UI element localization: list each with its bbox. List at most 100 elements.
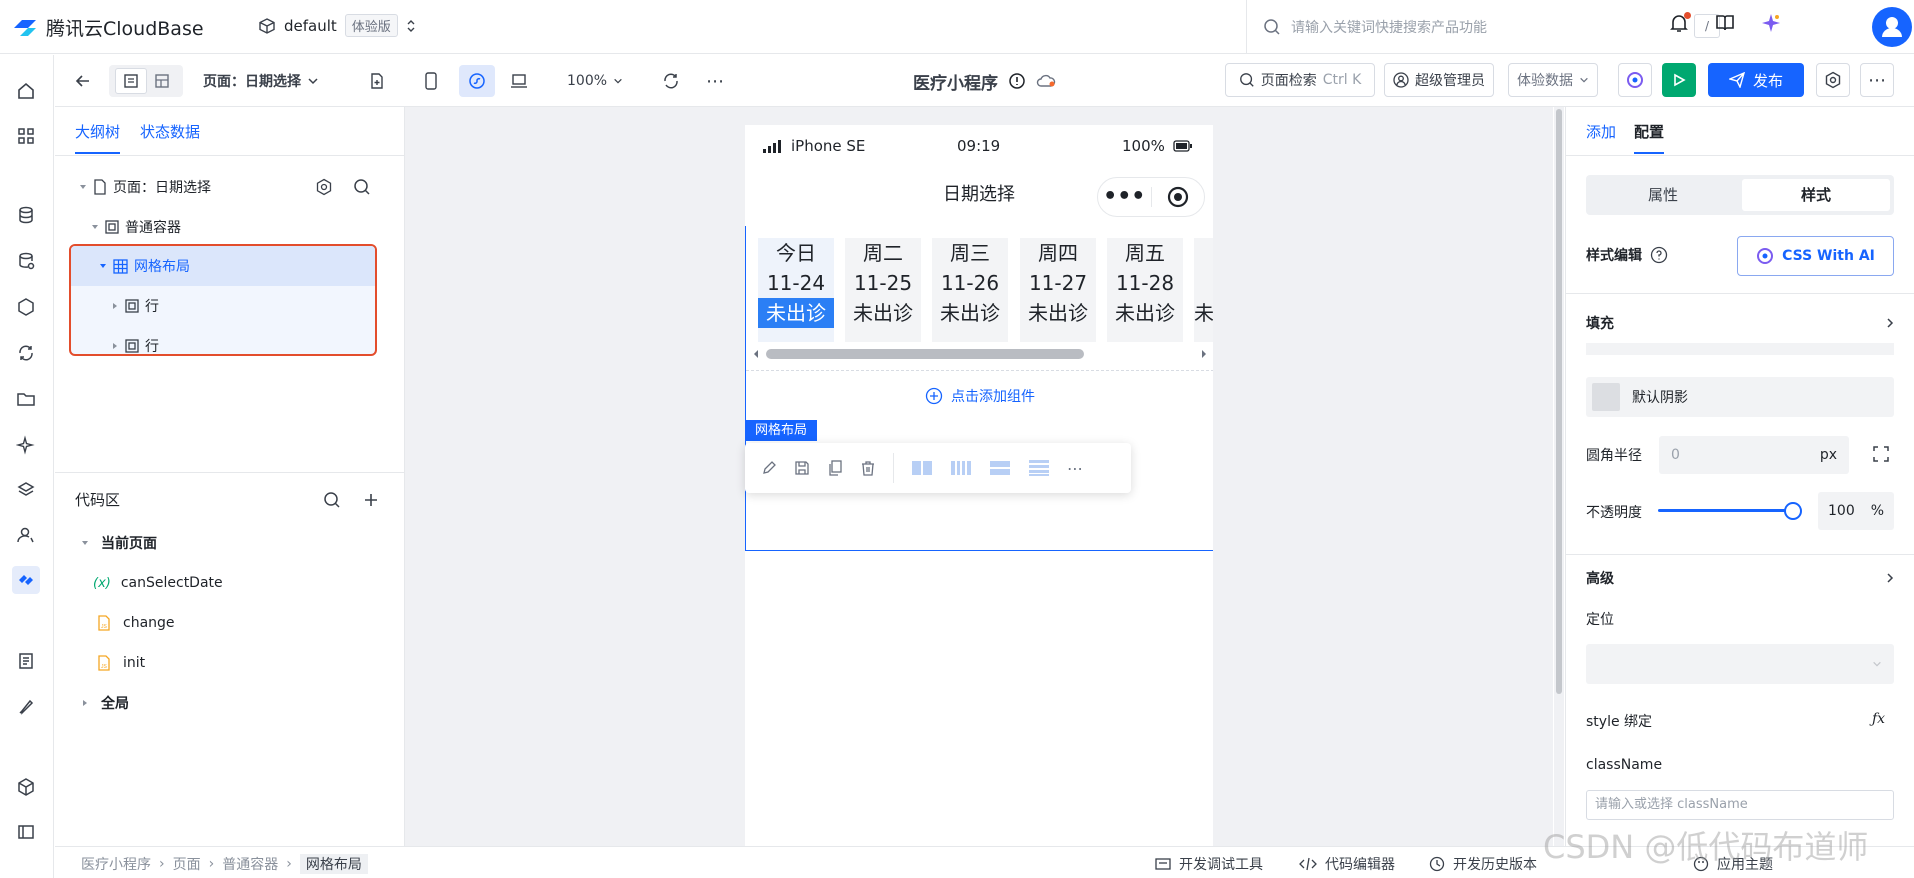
copy-icon[interactable] <box>827 460 843 476</box>
back-arrow-icon[interactable] <box>67 65 99 97</box>
home-icon[interactable] <box>12 77 40 105</box>
code-editor-button[interactable]: 代码编辑器 <box>1299 854 1395 874</box>
function-fx-icon[interactable]: ƒx <box>1872 711 1885 727</box>
tree-node-container[interactable]: 普通容器 <box>55 211 405 243</box>
document-list-icon[interactable] <box>12 647 40 675</box>
opacity-slider-track[interactable] <box>1658 509 1792 512</box>
close-circle-icon[interactable] <box>1151 186 1204 208</box>
info-icon[interactable] <box>1008 72 1026 90</box>
selected-component-label[interactable]: 网格布局 <box>745 420 818 441</box>
save-icon[interactable] <box>794 460 810 476</box>
sync-icon[interactable] <box>12 339 40 367</box>
day-column[interactable]: 周二 11-25 未出诊 <box>845 238 921 342</box>
cloud-status-icon[interactable] <box>1036 73 1056 89</box>
add-page-icon[interactable] <box>361 65 393 97</box>
code-group-current[interactable]: 当前页面 <box>55 527 405 559</box>
grid-layout-selected[interactable]: 今日 11-24 未出诊 周二 11-25 未出诊 周三 11-26 未出诊 周… <box>745 226 1213 551</box>
tab-state-data[interactable]: 状态数据 <box>140 121 200 154</box>
user-settings-icon[interactable] <box>12 521 40 549</box>
seg-style[interactable]: 样式 <box>1742 179 1890 211</box>
settings-icon[interactable] <box>1816 63 1850 97</box>
sparkle-icon[interactable] <box>12 431 40 459</box>
data-mode-selector[interactable]: 体验数据 <box>1508 63 1598 97</box>
expand-icon[interactable] <box>1872 445 1890 463</box>
horizontal-scrollbar[interactable] <box>752 347 1208 361</box>
global-search[interactable]: 请输入关键词快捷搜索产品功能 / <box>1246 0 1736 54</box>
tree-node-page[interactable]: 页面：日期选择 <box>55 171 405 203</box>
search-icon[interactable] <box>353 178 371 196</box>
refresh-icon[interactable] <box>655 65 687 97</box>
data-model-icon[interactable] <box>12 247 40 275</box>
scroll-right-icon[interactable] <box>1200 349 1208 359</box>
day-column[interactable]: 周五 11-28 未出诊 <box>1107 238 1183 342</box>
shadow-option[interactable]: 默认阴影 <box>1586 377 1894 417</box>
layers-icon[interactable] <box>12 476 40 504</box>
layout-view-icon[interactable] <box>147 69 177 93</box>
trash-icon[interactable] <box>860 460 876 476</box>
search-icon[interactable] <box>323 491 341 509</box>
fill-section-header[interactable]: 填充 <box>1586 313 1896 333</box>
package-icon[interactable] <box>12 773 40 801</box>
rocket-icon[interactable] <box>12 693 40 721</box>
ai-star-icon[interactable] <box>1760 12 1782 34</box>
code-item-change[interactable]: JS change <box>55 607 405 639</box>
page-search-button[interactable]: 页面检索 Ctrl K <box>1225 63 1375 97</box>
breadcrumb-item[interactable]: 医疗小程序 <box>81 854 151 874</box>
help-icon[interactable] <box>1650 246 1668 264</box>
debug-tool-button[interactable]: 开发调试工具 <box>1155 854 1263 874</box>
opacity-slider-handle[interactable] <box>1784 502 1802 520</box>
plus-icon[interactable] <box>363 492 379 508</box>
edit-pencil-icon[interactable] <box>761 460 777 476</box>
folder-icon[interactable] <box>12 385 40 413</box>
css-with-ai-button[interactable]: CSS With AI <box>1737 236 1894 276</box>
classname-input[interactable]: 请输入或选择 className <box>1586 790 1894 820</box>
book-icon[interactable] <box>1714 12 1736 34</box>
radius-input[interactable]: 0 px <box>1659 436 1849 474</box>
wechat-capsule[interactable]: ••• <box>1097 177 1205 217</box>
env-selector[interactable]: default 体验版 <box>258 14 416 37</box>
publish-button[interactable]: 发布 <box>1708 63 1804 97</box>
tree-node-row[interactable]: 行 <box>71 326 375 354</box>
mobile-device-icon[interactable] <box>415 65 447 97</box>
logo[interactable]: 腾讯云CloudBase <box>12 14 204 41</box>
run-preview-button[interactable] <box>1662 63 1696 97</box>
opacity-input[interactable]: 100 % <box>1818 492 1894 530</box>
advanced-section-header[interactable]: 高级 <box>1586 568 1896 588</box>
tree-node-row[interactable]: 行 <box>71 286 375 326</box>
zoom-selector[interactable]: 100% <box>567 65 623 97</box>
canvas-scrollbar[interactable] <box>1554 107 1564 847</box>
day-column[interactable]: 今日 11-24 未出诊 <box>758 238 834 342</box>
role-selector[interactable]: 超级管理员 <box>1384 63 1494 97</box>
page-selector[interactable]: 页面：日期选择 <box>203 65 319 97</box>
two-column-icon[interactable] <box>911 459 933 477</box>
four-column-icon[interactable] <box>950 459 972 477</box>
position-select[interactable] <box>1586 644 1894 684</box>
ai-assistant-icon[interactable] <box>1618 63 1652 97</box>
two-row-icon[interactable] <box>989 459 1011 477</box>
scroll-thumb[interactable] <box>766 349 1084 359</box>
breadcrumb-item[interactable]: 页面 <box>173 854 201 874</box>
tree-node-grid[interactable]: 网格布局 <box>71 246 375 286</box>
seg-properties[interactable]: 属性 <box>1586 175 1740 215</box>
code-group-global[interactable]: 全局 <box>55 687 405 719</box>
more-icon[interactable]: ⋯ <box>699 65 731 97</box>
history-button[interactable]: 开发历史版本 <box>1429 854 1537 874</box>
miniprogram-device-icon[interactable] <box>459 65 495 97</box>
day-column[interactable]: 周三 11-26 未出诊 <box>932 238 1008 342</box>
tab-outline[interactable]: 大纲树 <box>75 121 121 154</box>
code-item-canselectdate[interactable]: (x) canSelectDate <box>55 567 405 599</box>
code-item-init[interactable]: JS init <box>55 647 405 679</box>
scroll-left-icon[interactable] <box>752 349 760 359</box>
collapse-sidebar-icon[interactable] <box>12 818 40 846</box>
breadcrumb-item[interactable]: 普通容器 <box>222 854 278 874</box>
breadcrumb-item[interactable]: 网格布局 <box>299 854 368 874</box>
more-menu-icon[interactable]: ⋯ <box>1860 63 1894 97</box>
database-icon[interactable] <box>12 201 40 229</box>
user-avatar[interactable] <box>1872 7 1912 47</box>
desktop-device-icon[interactable] <box>503 65 535 97</box>
settings-hex-icon[interactable] <box>315 178 333 196</box>
four-row-icon[interactable] <box>1028 459 1050 477</box>
tab-config[interactable]: 配置 <box>1634 121 1665 154</box>
day-column[interactable]: 周四 11-27 未出诊 <box>1020 238 1096 342</box>
add-component-button[interactable]: 点击添加组件 <box>746 376 1213 416</box>
